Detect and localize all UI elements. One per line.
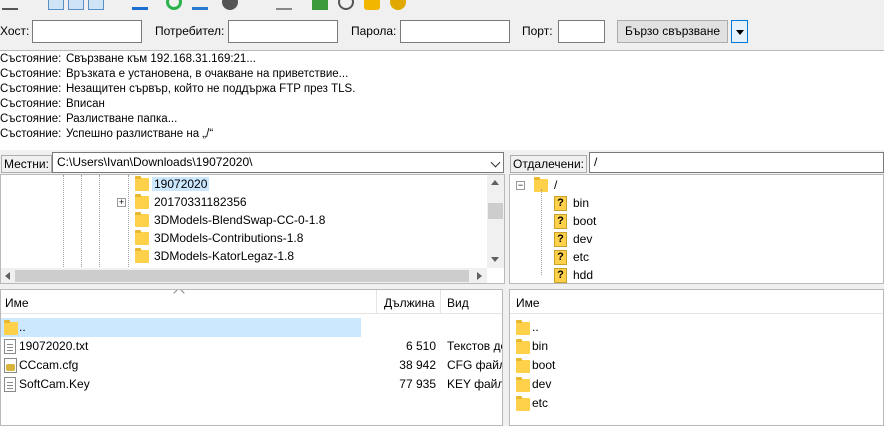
file-row[interactable]: SoftCam.Key 77 935 KEY файл	[1, 375, 502, 394]
refresh-icon[interactable]	[166, 0, 182, 10]
folder-icon	[135, 212, 149, 227]
password-input[interactable]	[400, 20, 510, 43]
tree-item[interactable]: 3DModels-KatorLegaz-1.8	[135, 247, 294, 265]
disconnect-icon[interactable]	[250, 0, 266, 10]
column-header-name[interactable]: Име	[5, 296, 29, 310]
user-input[interactable]	[228, 20, 338, 43]
folder-icon	[135, 248, 149, 263]
cfg-file-icon	[4, 358, 17, 373]
sort-ascending-icon	[173, 290, 185, 299]
folder-icon	[4, 320, 18, 335]
quickconnect-bar: Хост: Потребител: Парола: Порт: Бързо св…	[0, 13, 884, 50]
local-file-list: Име Дължина Вид .. 19072020.txt 6 510 Те…	[0, 289, 503, 426]
remote-path-input[interactable]: /	[589, 152, 884, 173]
toggle-log-icon[interactable]	[48, 0, 64, 10]
collapse-icon[interactable]: −	[516, 181, 525, 190]
column-header-size[interactable]: Дължина	[384, 296, 435, 310]
folder-icon	[516, 377, 530, 392]
host-input[interactable]	[32, 20, 142, 43]
site-manager-icon[interactable]	[2, 0, 18, 10]
text-file-icon	[4, 339, 16, 354]
file-row[interactable]: CCcam.cfg 38 942 CFG файл	[1, 356, 502, 375]
scroll-down-icon[interactable]	[491, 257, 499, 262]
remote-address-bar: Отдалечени: /	[509, 152, 884, 174]
file-row[interactable]: dev	[510, 375, 883, 394]
local-tree-hscrollbar[interactable]	[1, 268, 487, 283]
tree-item[interactable]: ? etc	[554, 248, 589, 266]
file-icon	[4, 377, 16, 392]
unknown-folder-icon: ?	[554, 250, 567, 265]
local-list-header: Име Дължина Вид	[1, 290, 502, 314]
binoculars-icon[interactable]	[390, 0, 406, 10]
remote-list-header: Име	[510, 290, 883, 314]
scroll-thumb[interactable]	[488, 203, 503, 219]
reconnect-icon[interactable]	[276, 0, 292, 10]
folder-icon	[516, 339, 530, 354]
folder-icon	[516, 396, 530, 411]
unknown-folder-icon: ?	[554, 268, 567, 283]
local-path-input[interactable]: C:\Users\Ivan\Downloads\19072020\	[52, 152, 504, 173]
tree-item[interactable]: 19072020	[135, 175, 210, 193]
host-label: Хост:	[0, 24, 30, 38]
expand-icon[interactable]: +	[117, 198, 126, 207]
file-row[interactable]: 19072020.txt 6 510 Текстов до	[1, 337, 502, 356]
filter-icon[interactable]	[192, 0, 208, 10]
remote-site-label: Отдалечени:	[510, 155, 587, 173]
file-row[interactable]: ..	[510, 318, 883, 337]
port-input[interactable]	[558, 20, 605, 43]
local-address-bar: Местни: C:\Users\Ivan\Downloads\19072020…	[0, 152, 505, 174]
file-row[interactable]: ..	[1, 318, 361, 337]
quickconnect-history-dropdown[interactable]	[731, 20, 748, 43]
folder-icon	[135, 230, 149, 245]
tree-item[interactable]: 3DModels-BlendSwap-CC-0-1.8	[135, 211, 325, 229]
sync-browse-icon[interactable]	[364, 0, 380, 10]
scroll-right-icon[interactable]	[477, 272, 482, 280]
unknown-folder-icon: ?	[554, 196, 567, 211]
password-label: Парола:	[351, 24, 397, 38]
tree-item[interactable]: 3DModels-Contributions-1.8	[135, 229, 303, 247]
folder-icon	[135, 176, 149, 191]
user-label: Потребител:	[155, 24, 225, 38]
local-directory-tree: 19072020 + 20170331182356 3DModels-Blend…	[0, 174, 505, 284]
remote-file-list: Име .. bin boot dev etc	[509, 289, 884, 426]
transfer-queue-icon[interactable]	[132, 0, 148, 10]
folder-icon	[135, 194, 149, 209]
tree-item[interactable]: ? hdd	[554, 266, 593, 283]
folder-icon	[516, 358, 530, 373]
toolbar	[0, 0, 884, 12]
search-icon[interactable]	[338, 0, 354, 10]
toggle-local-tree-icon[interactable]	[68, 0, 84, 10]
file-row[interactable]: boot	[510, 356, 883, 375]
column-header-type[interactable]: Вид	[447, 296, 469, 310]
scroll-thumb[interactable]	[15, 270, 469, 282]
toggle-remote-tree-icon[interactable]	[88, 0, 104, 10]
message-log: Състояние: Свързване към 192.168.31.169:2…	[0, 50, 884, 150]
local-site-label: Местни:	[1, 155, 52, 173]
tree-item[interactable]: ? bin	[554, 194, 589, 212]
file-row[interactable]: etc	[510, 394, 883, 413]
column-header-name[interactable]: Име	[516, 296, 540, 310]
unknown-folder-icon: ?	[554, 232, 567, 247]
local-tree-vscrollbar[interactable]	[487, 175, 504, 268]
unknown-folder-icon: ?	[554, 214, 567, 229]
remote-directory-tree: − / ? bin ? boot ? dev ? etc ? hdd	[509, 174, 884, 284]
tree-item[interactable]: + 20170331182356	[117, 193, 247, 211]
port-label: Порт:	[522, 24, 553, 38]
local-path-text: C:\Users\Ivan\Downloads\19072020\	[57, 155, 253, 169]
quickconnect-button[interactable]: Бързо свързване	[617, 20, 728, 43]
cancel-icon[interactable]	[222, 0, 238, 10]
chevron-down-icon[interactable]	[490, 157, 501, 168]
scroll-up-icon[interactable]	[491, 180, 499, 185]
scroll-left-icon[interactable]	[5, 272, 10, 280]
tree-item-root[interactable]: − /	[516, 176, 557, 194]
folder-icon	[516, 320, 530, 335]
file-row[interactable]: bin	[510, 337, 883, 356]
tree-item[interactable]: ? boot	[554, 212, 596, 230]
tree-item[interactable]: ? dev	[554, 230, 592, 248]
directory-compare-icon[interactable]	[312, 0, 328, 10]
